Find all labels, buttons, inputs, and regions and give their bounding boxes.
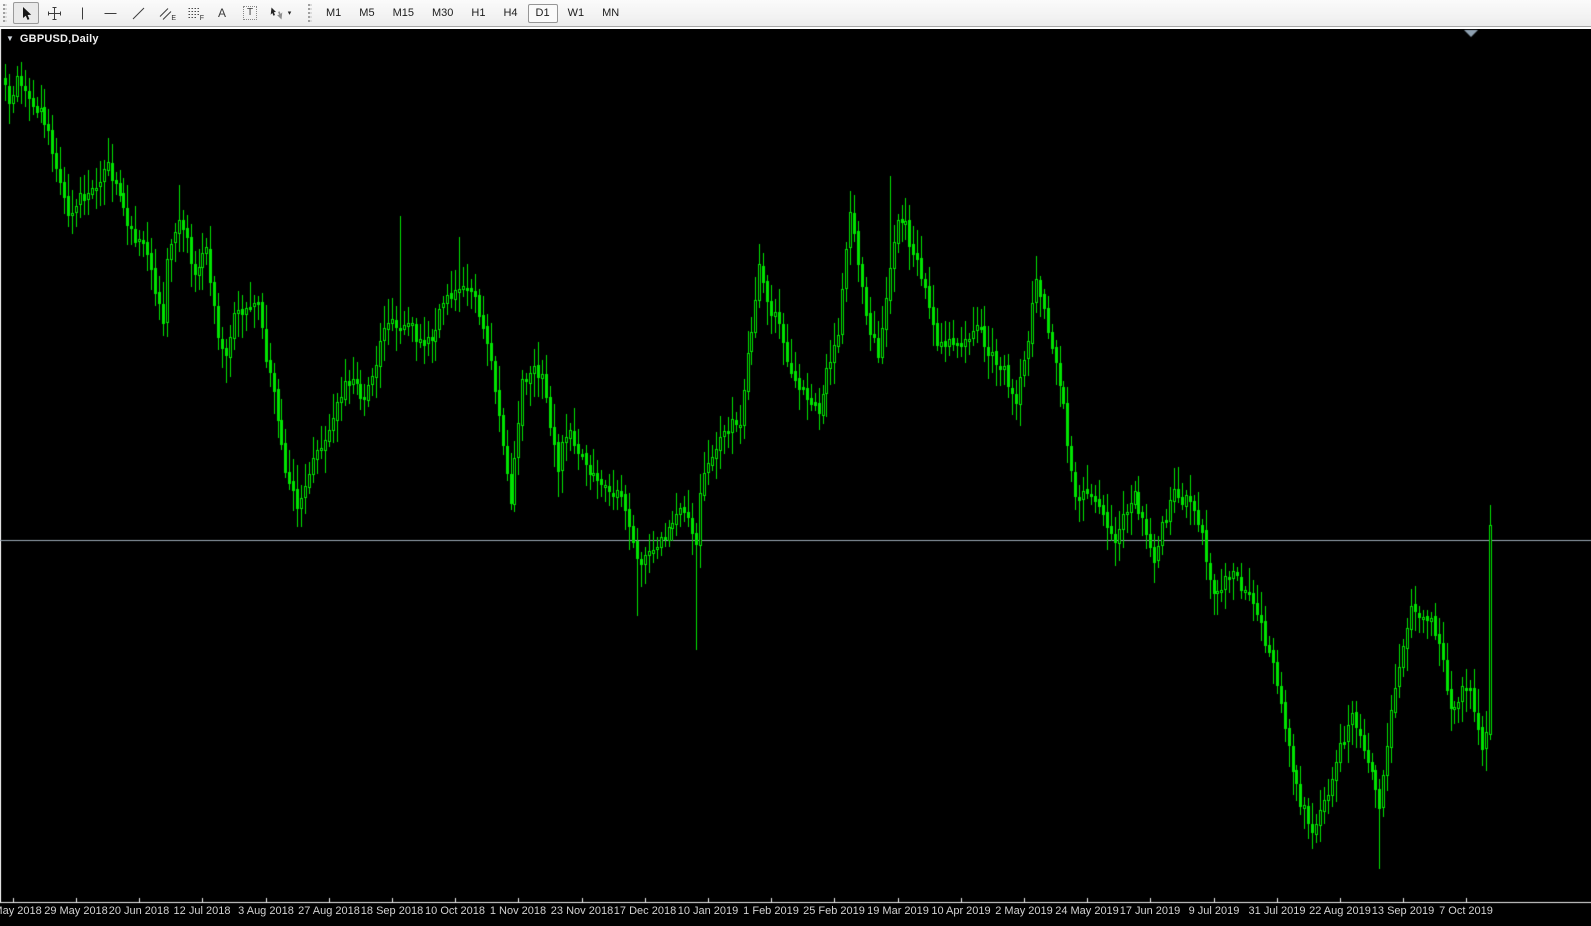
timeframe-button-m5[interactable]: M5	[351, 4, 382, 23]
price-chart-canvas[interactable]	[0, 29, 1591, 925]
horizontal-line-icon	[103, 6, 118, 21]
fibonacci-tool-button[interactable]: F	[181, 2, 207, 24]
equidistant-channel-tool-button[interactable]: E	[153, 2, 179, 24]
timeframe-toolbar-grip[interactable]	[308, 4, 312, 22]
timeframe-group: M1 M5 M15 M30 H1 H4 D1 W1 MN	[317, 4, 628, 23]
symbol-period-text: GBPUSD,Daily	[20, 33, 99, 45]
axis-date-label: 7 Oct 2019	[1439, 905, 1493, 917]
vertical-line-tool-button[interactable]	[69, 2, 95, 24]
chart-area: ▼ GBPUSD,Daily 7 May 201829 May 201820 J…	[0, 27, 1591, 926]
axis-date-label: 12 Jul 2018	[174, 905, 231, 917]
text-tool-button[interactable]: A	[209, 2, 235, 24]
axis-date-label: 17 Dec 2018	[614, 905, 676, 917]
toolbar-grip[interactable]	[3, 4, 7, 22]
mt4-window: E F A T ▾ M1 M5 M15 M30 H1	[0, 0, 1591, 926]
axis-date-label: 9 Jul 2019	[1189, 905, 1240, 917]
crosshair-tool-button[interactable]	[41, 2, 67, 24]
toolbar: E F A T ▾ M1 M5 M15 M30 H1	[0, 0, 1591, 27]
timeframe-button-m30[interactable]: M30	[424, 4, 461, 23]
axis-date-label: 1 Feb 2019	[743, 905, 799, 917]
timeframe-button-mn[interactable]: MN	[594, 4, 627, 23]
axis-date-label: 27 Aug 2018	[298, 905, 360, 917]
axis-date-label: 22 Aug 2019	[1309, 905, 1371, 917]
axis-date-label: 2 May 2019	[995, 905, 1052, 917]
trendline-tool-button[interactable]	[125, 2, 151, 24]
axis-date-label: 7 May 2018	[0, 905, 42, 917]
chart-symbol-label[interactable]: ▼ GBPUSD,Daily	[6, 33, 99, 45]
timeframe-button-m1[interactable]: M1	[318, 4, 349, 23]
axis-date-label: 10 Apr 2019	[931, 905, 990, 917]
vertical-line-icon	[75, 6, 90, 21]
arrows-tool-button[interactable]: ▾	[265, 2, 299, 24]
axis-date-label: 29 May 2018	[44, 905, 108, 917]
axis-date-label: 25 Feb 2019	[803, 905, 865, 917]
arrows-dropdown-caret[interactable]: ▾	[284, 9, 296, 17]
axis-date-label: 31 Jul 2019	[1249, 905, 1306, 917]
cursor-tool-button[interactable]	[13, 2, 39, 24]
text-label-icon: T	[243, 6, 257, 20]
horizontal-line-tool-button[interactable]	[97, 2, 123, 24]
axis-date-label: 10 Oct 2018	[425, 905, 485, 917]
axis-date-label: 1 Nov 2018	[490, 905, 546, 917]
axis-date-label: 10 Jan 2019	[678, 905, 739, 917]
cursor-icon	[19, 6, 34, 21]
axis-date-label: 20 Jun 2018	[109, 905, 170, 917]
axis-date-label: 19 Mar 2019	[867, 905, 929, 917]
text-label-tool-button[interactable]: T	[237, 2, 263, 24]
axis-date-label: 18 Sep 2018	[361, 905, 423, 917]
chevron-down-icon: ▼	[6, 35, 14, 43]
time-axis: 7 May 201829 May 201820 Jun 2018 12 Jul 2…	[0, 905, 1591, 925]
axis-date-label: 24 May 2019	[1055, 905, 1119, 917]
timeframe-button-h4[interactable]: H4	[495, 4, 525, 23]
axis-date-label: 3 Aug 2018	[238, 905, 294, 917]
timeframe-button-d1[interactable]: D1	[528, 4, 558, 23]
trendline-icon	[131, 6, 146, 21]
text-tool-icon: A	[218, 7, 226, 19]
axis-date-label: 17 Jun 2019	[1120, 905, 1181, 917]
axis-date-label: 13 Sep 2019	[1372, 905, 1434, 917]
arrows-icon	[269, 6, 284, 21]
fibonacci-badge: F	[200, 15, 204, 22]
crosshair-icon	[47, 6, 62, 21]
timeframe-button-w1[interactable]: W1	[560, 4, 593, 23]
channel-badge: E	[171, 15, 176, 22]
axis-date-label: 23 Nov 2018	[551, 905, 613, 917]
timeframe-button-h1[interactable]: H1	[463, 4, 493, 23]
timeframe-button-m15[interactable]: M15	[385, 4, 422, 23]
